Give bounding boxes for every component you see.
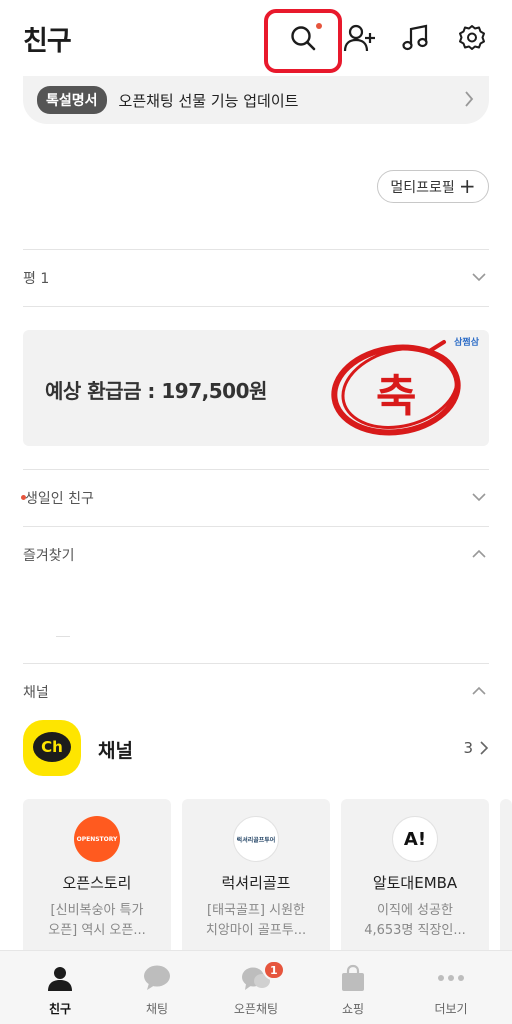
chevron-right-icon bbox=[463, 89, 475, 113]
section-label: 생일인 친구 bbox=[25, 491, 94, 507]
tab-label: 쇼핑 bbox=[341, 1002, 365, 1016]
channel-card[interactable]: 럭셔리골프투어 럭셔리골프 [태국골프] 시원한 치앙마이 골프투... bbox=[182, 799, 330, 959]
channel-card-desc: [신비복숭아 특가 오픈] 역시 오픈... bbox=[48, 903, 146, 938]
channel-card[interactable]: A! 알토대EMBA 이직에 성공한 4,653명 직장인... bbox=[341, 799, 489, 959]
stamp-char: 축 bbox=[376, 371, 417, 422]
luxury-golf-logo-icon: 럭셔리골프투어 bbox=[233, 816, 279, 862]
tab-shopping[interactable]: 쇼핑 bbox=[302, 951, 404, 1024]
tab-label: 친구 bbox=[48, 1002, 72, 1016]
top-header: 친구 bbox=[0, 0, 512, 78]
section-row-birthday[interactable]: 생일인 친구 bbox=[21, 478, 489, 518]
channel-card-peek[interactable] bbox=[500, 799, 512, 959]
channel-card-name: 럭셔리골프 bbox=[221, 874, 291, 892]
open-chat-badge: 1 bbox=[263, 960, 285, 980]
notice-banner[interactable]: 톡설명서 오픈채팅 선물 기능 업데이트 bbox=[23, 76, 489, 124]
divider bbox=[23, 663, 489, 664]
chevron-right-icon bbox=[479, 740, 489, 760]
chevron-down-icon bbox=[471, 270, 487, 288]
search-new-dot bbox=[316, 23, 322, 29]
tab-label: 채팅 bbox=[145, 1002, 169, 1016]
chevron-up-icon bbox=[471, 547, 487, 565]
tab-more[interactable]: 더보기 bbox=[400, 951, 502, 1024]
settings-icon[interactable] bbox=[454, 20, 490, 56]
channel-count: 3 bbox=[463, 739, 473, 757]
divider bbox=[23, 526, 489, 527]
music-icon[interactable] bbox=[398, 20, 434, 56]
channel-card-desc: 이직에 성공한 4,653명 직장인... bbox=[364, 903, 466, 938]
more-dots-icon bbox=[435, 963, 467, 993]
divider bbox=[23, 249, 489, 250]
tab-label: 오픈채팅 bbox=[233, 1002, 279, 1016]
multi-profile-button[interactable]: 멀티프로필 + bbox=[377, 170, 489, 203]
bottom-tab-bar: 친구 채팅 1 오픈채팅 쇼핑 더보기 bbox=[0, 950, 512, 1024]
chat-bubble-icon bbox=[141, 963, 173, 993]
divider bbox=[23, 469, 489, 470]
shopping-bag-icon bbox=[337, 963, 369, 993]
channel-title: 채널 bbox=[98, 740, 133, 762]
channel-list-header[interactable]: Ch 채널 3 bbox=[23, 718, 489, 776]
person-icon bbox=[44, 963, 76, 993]
notice-text: 오픈채팅 선물 기능 업데이트 bbox=[118, 91, 299, 110]
alto-emba-logo-icon: A! bbox=[392, 816, 438, 862]
channel-card-desc: [태국골프] 시원한 치앙마이 골프투... bbox=[205, 903, 307, 938]
birthday-new-dot bbox=[21, 495, 26, 500]
section-label: 즐겨찾기 bbox=[23, 548, 75, 564]
channel-card-name: 오픈스토리 bbox=[62, 874, 132, 892]
openstory-logo-icon: OPENSTORY bbox=[74, 816, 120, 862]
section-label: 평 1 bbox=[23, 271, 50, 287]
section-row-channel[interactable]: 채널 bbox=[23, 672, 489, 712]
channel-card-name: 알토대EMBA bbox=[372, 874, 458, 892]
favorites-placeholder bbox=[56, 636, 70, 637]
section-label: 채널 bbox=[23, 685, 49, 701]
divider bbox=[23, 306, 489, 307]
chevron-down-icon bbox=[471, 490, 487, 508]
kakao-channel-logo-icon: Ch bbox=[23, 720, 81, 776]
multi-profile-label: 멀티프로필 bbox=[390, 179, 455, 196]
section-row-group[interactable]: 평 1 bbox=[23, 258, 489, 298]
chevron-up-icon bbox=[471, 684, 487, 702]
celebration-stamp-icon: 축 bbox=[328, 338, 468, 438]
tab-open-chat[interactable]: 1 오픈채팅 bbox=[205, 951, 307, 1024]
tab-label: 더보기 bbox=[434, 1002, 468, 1016]
ad-banner[interactable]: 예상 환급금 : 197,500원 삼쩜삼 축 bbox=[23, 330, 489, 446]
channel-card[interactable]: OPENSTORY 오픈스토리 [신비복숭아 특가 오픈] 역시 오픈... bbox=[23, 799, 171, 959]
page-title: 친구 bbox=[23, 26, 72, 57]
section-row-favorites[interactable]: 즐겨찾기 bbox=[23, 535, 489, 575]
tab-friends[interactable]: 친구 bbox=[9, 951, 111, 1024]
notice-badge: 톡설명서 bbox=[37, 86, 107, 114]
plus-icon: + bbox=[458, 173, 476, 198]
add-friend-icon[interactable] bbox=[342, 20, 378, 56]
ad-refund-text: 예상 환급금 : 197,500원 bbox=[45, 379, 267, 403]
tab-chats[interactable]: 채팅 bbox=[106, 951, 208, 1024]
